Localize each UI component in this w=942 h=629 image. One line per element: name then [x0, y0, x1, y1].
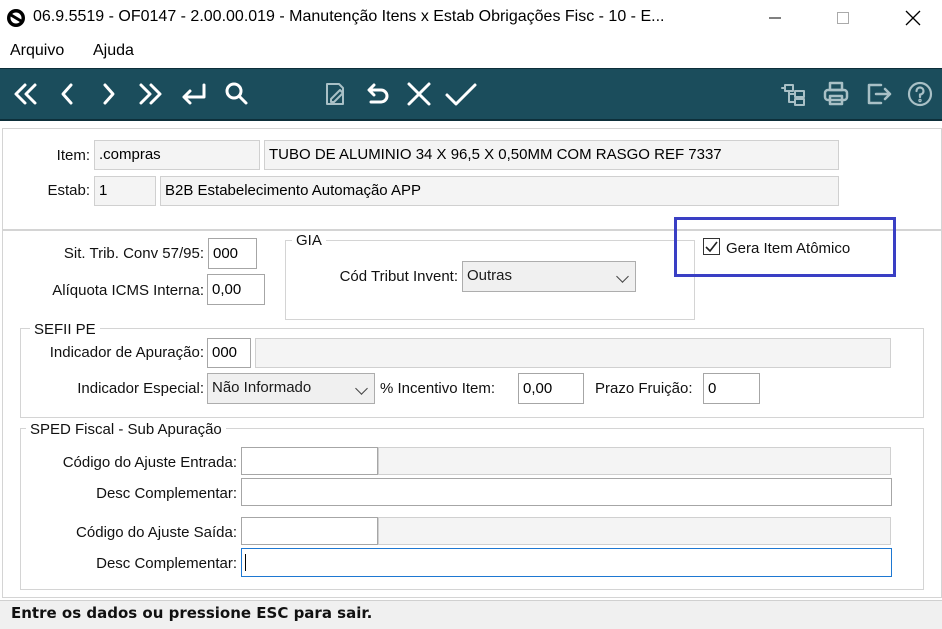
menu-arquivo[interactable]: Arquivo — [10, 42, 64, 60]
indicador-apuracao-label: Indicador de Apuração: — [49, 344, 204, 361]
prev-icon[interactable] — [48, 75, 86, 113]
item-code-field[interactable]: .compras — [94, 140, 260, 170]
maximize-button[interactable] — [820, 0, 866, 36]
indicador-especial-select[interactable]: Não Informado — [207, 373, 375, 404]
item-description-field: TUBO DE ALUMINIO 34 X 96,5 X 0,50MM COM … — [264, 140, 839, 170]
last-icon[interactable] — [132, 75, 170, 113]
next-icon[interactable] — [90, 75, 128, 113]
menu-bar — [0, 36, 942, 66]
undo-icon[interactable] — [358, 75, 396, 113]
indicador-apuracao-description — [255, 338, 891, 368]
app-logo-icon — [7, 9, 25, 27]
incentivo-label: % Incentivo Item: — [380, 380, 496, 397]
ajuste-saida-input[interactable] — [241, 517, 378, 545]
cancel-icon[interactable] — [400, 75, 438, 113]
cod-tribut-value: Outras — [467, 267, 513, 284]
sit-trib-input[interactable]: 000 — [208, 238, 257, 269]
prazo-fruicao-input[interactable]: 0 — [703, 373, 760, 404]
estab-label: Estab: — [47, 182, 90, 199]
minimize-button[interactable] — [752, 0, 798, 36]
checkmark-icon — [705, 241, 718, 253]
toolbar — [0, 68, 942, 121]
indicador-apuracao-input[interactable]: 000 — [207, 338, 251, 368]
ajuste-entrada-label: Código do Ajuste Entrada: — [62, 454, 237, 471]
maximize-icon — [837, 12, 849, 24]
sefii-title: SEFII PE — [30, 321, 100, 338]
ajuste-saida-label: Código do Ajuste Saída: — [76, 524, 237, 541]
desc-complementar-entrada-label: Desc Complementar: — [96, 485, 237, 502]
text-cursor — [245, 554, 246, 571]
desc-complementar-saida-label: Desc Complementar: — [96, 555, 237, 572]
confirm-icon[interactable] — [442, 75, 480, 113]
chevron-down-icon — [616, 270, 629, 283]
indicador-especial-label: Indicador Especial: — [77, 380, 204, 397]
desc-complementar-saida-input[interactable] — [241, 548, 892, 577]
estab-description-field: B2B Estabelecimento Automação APP — [160, 176, 839, 206]
gera-item-label: Gera Item Atômico — [726, 240, 851, 257]
indicador-especial-value: Não Informado — [212, 379, 312, 396]
prazo-fruicao-label: Prazo Fruição: — [595, 380, 693, 397]
aliquota-label: Alíquota ICMS Interna: — [52, 282, 204, 299]
close-icon — [905, 10, 921, 26]
sit-trib-label: Sit. Trib. Conv 57/95: — [63, 245, 204, 262]
window-title: 06.9.5519 - OF0147 - 2.00.00.019 - Manut… — [33, 8, 665, 25]
ajuste-entrada-description — [378, 447, 891, 475]
cod-tribut-select[interactable]: Outras — [462, 261, 636, 292]
print-icon[interactable] — [817, 75, 855, 113]
exit-icon[interactable] — [859, 75, 897, 113]
item-label: Item: — [56, 147, 90, 164]
chevron-down-icon — [355, 382, 368, 395]
help-icon[interactable] — [901, 75, 939, 113]
minimize-icon — [769, 17, 781, 19]
edit-icon[interactable] — [316, 75, 354, 113]
goto-icon[interactable] — [174, 75, 212, 113]
gia-title: GIA — [292, 232, 326, 249]
ajuste-saida-description — [378, 517, 891, 545]
estab-code-field[interactable]: 1 — [94, 176, 156, 206]
cod-tribut-label: Cód Tribut Invent: — [339, 268, 458, 285]
incentivo-input[interactable]: 0,00 — [518, 373, 584, 404]
menu-ajuda[interactable]: Ajuda — [93, 42, 134, 60]
tree-icon[interactable] — [775, 75, 813, 113]
desc-complementar-entrada-input[interactable] — [241, 478, 892, 506]
aliquota-input[interactable]: 0,00 — [207, 274, 265, 305]
sped-title: SPED Fiscal - Sub Apuração — [26, 421, 226, 438]
ajuste-entrada-input[interactable] — [241, 447, 378, 475]
status-text: Entre os dados ou pressione ESC para sai… — [11, 604, 373, 622]
close-button[interactable] — [890, 0, 936, 36]
first-icon[interactable] — [6, 75, 44, 113]
gera-item-checkbox[interactable] — [703, 238, 720, 255]
search-icon[interactable] — [217, 75, 255, 113]
